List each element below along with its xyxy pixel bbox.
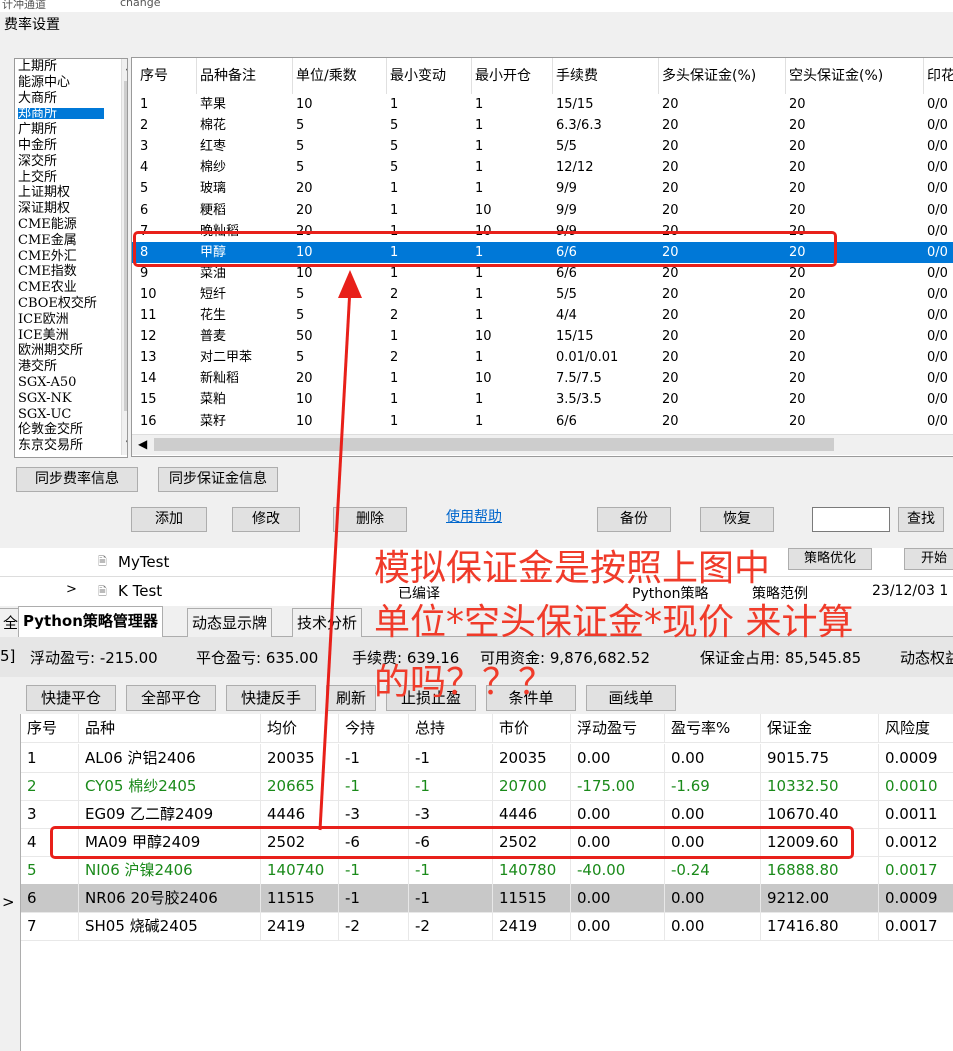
annotation-line-3: 的吗？？？	[374, 662, 555, 703]
annotation-line-2: 单位*空头保证金*现价 来计算	[374, 602, 854, 643]
annotation-line-1: 模拟保证金是按照上图中	[374, 548, 771, 589]
red-arrow-icon	[318, 270, 362, 831]
